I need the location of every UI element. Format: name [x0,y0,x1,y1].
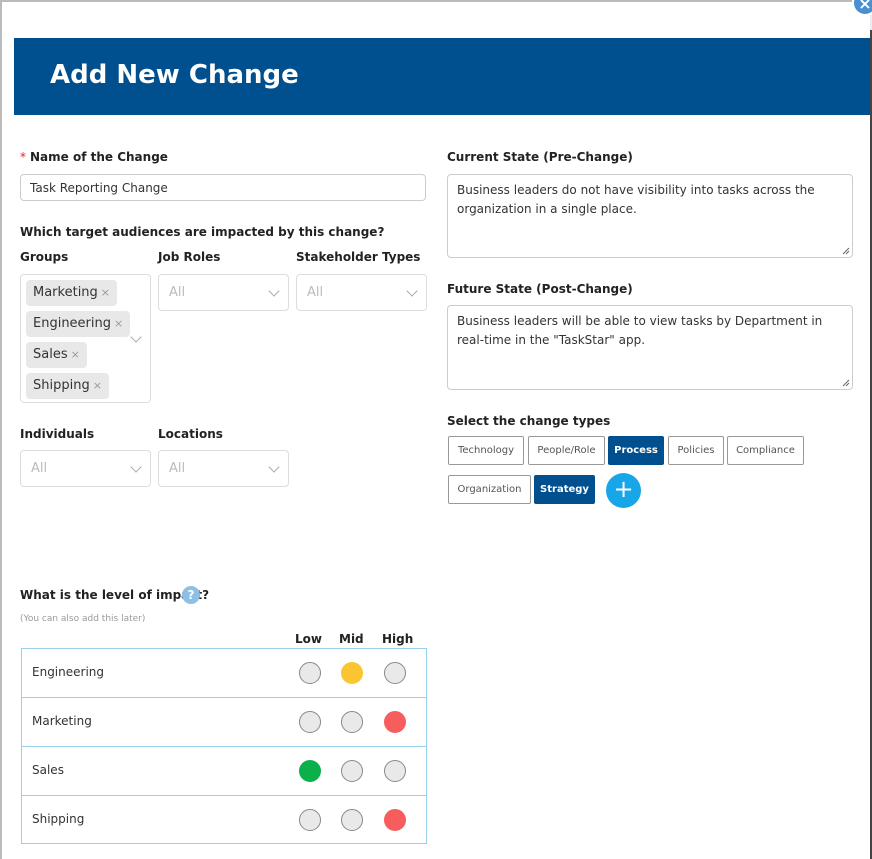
group-tag-shipping: Shipping × [26,373,109,399]
impact-row-shipping: Shipping [22,796,426,845]
impact-radio-high[interactable] [384,662,406,684]
individuals-select[interactable]: All [20,450,151,487]
add-change-type-button[interactable]: + [606,473,641,508]
individuals-label: Individuals [20,427,95,441]
resize-grip-icon[interactable] [842,247,850,255]
change-type-process[interactable]: Process [608,436,664,465]
group-tag-label: Marketing [33,285,98,300]
stakeholder-types-select[interactable]: All [296,274,427,311]
impact-radio-low[interactable] [299,760,321,782]
change-type-policies[interactable]: Policies [668,436,724,465]
impact-row-label: Sales [32,763,64,777]
change-type-strategy[interactable]: Strategy [534,475,595,504]
impact-radio-low[interactable] [299,662,321,684]
future-state-label: Future State (Post-Change) [447,282,633,296]
remove-tag-icon[interactable]: × [93,379,102,392]
change-type-organization[interactable]: Organization [448,475,531,504]
current-state-textarea[interactable]: Business leaders do not have visibility … [447,174,853,258]
audience-question: Which target audiences are impacted by t… [20,225,385,239]
name-label: * Name of the Change [20,150,168,164]
impact-row-sales: Sales [22,747,426,796]
group-tag-engineering: Engineering × [26,311,131,337]
job-roles-placeholder: All [169,285,186,300]
chevron-down-icon[interactable] [130,331,142,343]
future-state-textarea[interactable]: Business leaders will be able to view ta… [447,305,853,390]
job-roles-label: Job Roles [158,250,221,264]
remove-tag-icon[interactable]: × [114,317,123,330]
impact-col-high: High [382,632,414,646]
name-input[interactable]: Task Reporting Change [20,174,426,201]
impact-radio-mid[interactable] [341,760,363,782]
impact-question: What is the level of impact? [20,588,210,602]
change-type-technology[interactable]: Technology [448,436,524,465]
impact-radio-high[interactable] [384,760,406,782]
resize-grip-icon[interactable] [842,379,850,387]
stakeholder-types-placeholder: All [307,285,324,300]
group-tag-label: Shipping [33,378,90,393]
impact-radio-mid[interactable] [341,662,363,684]
group-tag-sales: Sales × [26,342,87,368]
impact-col-mid: Mid [339,632,364,646]
locations-label: Locations [158,427,223,441]
impact-radio-high[interactable] [384,809,406,831]
group-tag-label: Engineering [33,316,111,331]
locations-select[interactable]: All [158,450,289,487]
impact-row-marketing: Marketing [22,698,426,747]
impact-row-engineering: Engineering [22,649,426,698]
current-state-text: Business leaders do not have visibility … [457,183,815,216]
impact-hint: (You can also add this later) [20,614,146,624]
help-icon[interactable]: ? [182,586,200,604]
future-state-text: Business leaders will be able to view ta… [457,314,823,347]
chevron-down-icon [406,285,418,297]
current-state-label: Current State (Pre-Change) [447,150,633,164]
impact-radio-mid[interactable] [341,711,363,733]
chevron-down-icon [268,461,280,473]
impact-col-low: Low [295,632,322,646]
groups-label: Groups [20,250,69,264]
impact-radio-mid[interactable] [341,809,363,831]
impact-table: Engineering Marketing Sales Shipping [21,648,427,844]
name-label-text: Name of the Change [30,150,168,164]
change-type-people-role[interactable]: People/Role [528,436,605,465]
impact-row-label: Marketing [32,714,92,728]
required-mark: * [20,150,26,164]
modal-header: Add New Change [14,38,870,115]
impact-row-label: Engineering [32,665,104,679]
add-change-modal: Add New Change * Name of the Change Task … [0,0,870,859]
impact-radio-high[interactable] [384,711,406,733]
stakeholder-types-label: Stakeholder Types [296,250,421,264]
remove-tag-icon[interactable]: × [101,286,110,299]
remove-tag-icon[interactable]: × [71,348,80,361]
impact-radio-low[interactable] [299,711,321,733]
groups-select[interactable]: Marketing × Engineering × Sales × Shipping × [20,274,151,403]
impact-row-label: Shipping [32,812,85,826]
change-type-compliance[interactable]: Compliance [727,436,804,465]
impact-radio-low[interactable] [299,809,321,831]
group-tag-marketing: Marketing × [26,280,118,306]
individuals-placeholder: All [31,461,48,476]
chevron-down-icon [130,461,142,473]
job-roles-select[interactable]: All [158,274,289,311]
locations-placeholder: All [169,461,186,476]
modal-title: Add New Change [50,60,299,90]
chevron-down-icon [268,285,280,297]
group-tag-label: Sales [33,347,68,362]
change-types-label: Select the change types [447,414,611,428]
